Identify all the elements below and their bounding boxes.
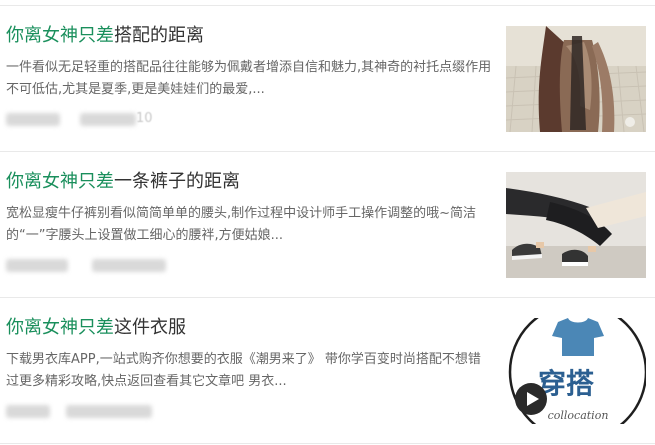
chuanda-collocation-thumbnail[interactable]: 穿搭 collocation — [506, 318, 646, 424]
woman-fashion-photo-thumbnail[interactable] — [506, 26, 646, 132]
article-title[interactable]: 你离女神只差这件衣服 — [6, 316, 186, 340]
blurred-count — [92, 259, 166, 272]
divider — [0, 5, 655, 6]
article-summary: 一件看似无足轻重的搭配品往往能够为佩戴者增添自信和魅力,其神奇的衬托点缀作用不可… — [6, 60, 492, 97]
blurred-source — [6, 405, 50, 418]
title-rest: 搭配的距离 — [114, 25, 204, 46]
article-item-3[interactable]: 你离女神只差这件衣服 下载男衣库APP,一站式购齐你想要的衣服《潮男来了》 带你… — [0, 316, 655, 431]
blurred-source — [6, 259, 68, 272]
blurred-count — [66, 405, 152, 418]
article-item-2[interactable]: 你离女神只差一条裤子的距离 宽松显瘦牛仔裤别看似简简单单的腰头,制作过程中设计师… — [0, 170, 655, 285]
title-rest: 一条裤子的距离 — [114, 171, 240, 192]
article-summary: 下载男衣库APP,一站式购齐你想要的衣服《潮男来了》 带你学百变时尚搭配不想错过… — [6, 352, 481, 389]
jogger-pants-photo-thumbnail[interactable] — [506, 172, 646, 278]
woman-fashion-photo-icon — [506, 26, 646, 132]
article-title[interactable]: 你离女神只差一条裤子的距离 — [6, 170, 240, 194]
article-item-1[interactable]: 你离女神只差搭配的距离 一件看似无足轻重的搭配品往往能够为佩戴者增添自信和魅力,… — [0, 24, 655, 139]
blurred-count — [80, 113, 136, 126]
title-highlight: 你离女神只差 — [6, 171, 114, 192]
article-feed: 你离女神只差搭配的距离 一件看似无足轻重的搭配品往往能够为佩戴者增添自信和魅力,… — [0, 0, 655, 445]
play-button-icon[interactable] — [515, 383, 547, 415]
divider — [0, 443, 655, 444]
title-rest: 这件衣服 — [114, 317, 186, 338]
blurred-source — [6, 113, 60, 126]
jogger-pants-photo-icon — [506, 172, 646, 278]
article-title[interactable]: 你离女神只差搭配的距离 — [6, 24, 204, 48]
divider — [0, 297, 655, 298]
article-summary: 宽松显瘦牛仔裤别看似简简单单的腰头,制作过程中设计师手工操作调整的哦~简洁的“一… — [6, 206, 477, 243]
divider — [0, 151, 655, 152]
title-highlight: 你离女神只差 — [6, 25, 114, 46]
meta-count-tail: 10 — [136, 111, 153, 126]
thumb-text-sub: collocation — [548, 409, 609, 422]
title-highlight: 你离女神只差 — [6, 317, 114, 338]
